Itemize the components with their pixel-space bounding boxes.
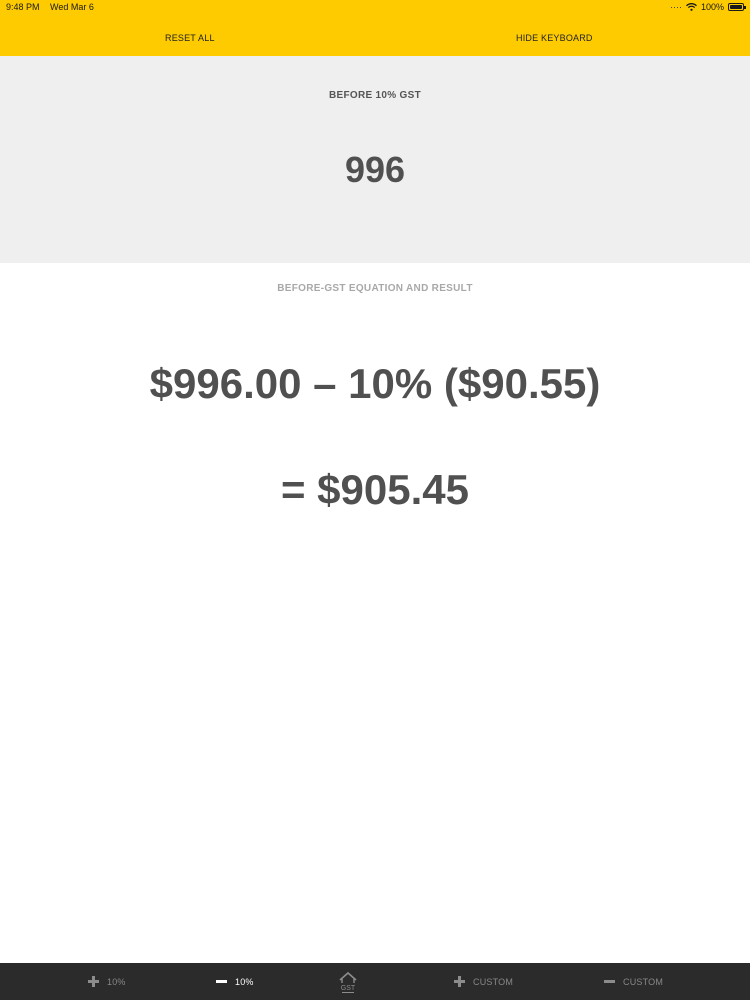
result-value: = $905.45 — [280, 466, 469, 513]
status-date: Wed Mar 6 — [50, 2, 94, 12]
plus-icon — [88, 976, 99, 987]
status-right: ···· 100% — [669, 2, 746, 12]
status-bar: 9:48 PM Wed Mar 6 ···· 100% — [0, 0, 750, 16]
hide-keyboard-button[interactable]: HIDE KEYBOARD — [516, 33, 593, 43]
tab-remove-custom[interactable]: CUSTOM — [604, 963, 663, 1000]
reset-all-button[interactable]: RESET ALL — [165, 33, 215, 43]
signal-icon: ···· — [669, 2, 682, 12]
minus-icon — [216, 976, 227, 987]
tab-bar: 10% 10% GST CUSTOM CUSTOM — [0, 963, 750, 1000]
tab-label: CUSTOM — [623, 976, 664, 987]
gst-calculator-screen: 9:48 PM Wed Mar 6 ···· 100% RESET ALL HI… — [0, 0, 750, 1000]
battery-percent: 100% — [700, 2, 724, 12]
tab-add-10[interactable]: 10% — [88, 963, 126, 1000]
house-icon: GST — [339, 971, 357, 993]
plus-icon — [454, 976, 465, 987]
tab-remove-10[interactable]: 10% — [216, 963, 254, 1000]
tab-add-custom[interactable]: CUSTOM — [454, 963, 513, 1000]
result-label: BEFORE-GST EQUATION AND RESULT — [277, 283, 473, 294]
tab-label: 10% — [107, 976, 126, 987]
status-time: 9:48 PM — [6, 2, 40, 12]
amount-input[interactable]: 996 — [0, 149, 750, 191]
status-left: 9:48 PM Wed Mar 6 — [6, 2, 102, 12]
battery-icon — [728, 3, 746, 11]
gst-tab-label: GST — [341, 985, 356, 992]
equation-text: $996.00 – 10% ($90.55) — [149, 360, 601, 407]
tab-gst-home[interactable]: GST — [338, 963, 358, 1000]
wifi-icon — [686, 3, 697, 11]
input-panel[interactable]: BEFORE 10% GST 996 — [0, 56, 750, 263]
minus-icon — [604, 976, 615, 987]
input-label: BEFORE 10% GST — [329, 90, 421, 101]
tab-label: CUSTOM — [473, 976, 514, 987]
tab-label: 10% — [235, 976, 254, 987]
top-bar: 9:48 PM Wed Mar 6 ···· 100% RESET ALL HI… — [0, 0, 750, 56]
